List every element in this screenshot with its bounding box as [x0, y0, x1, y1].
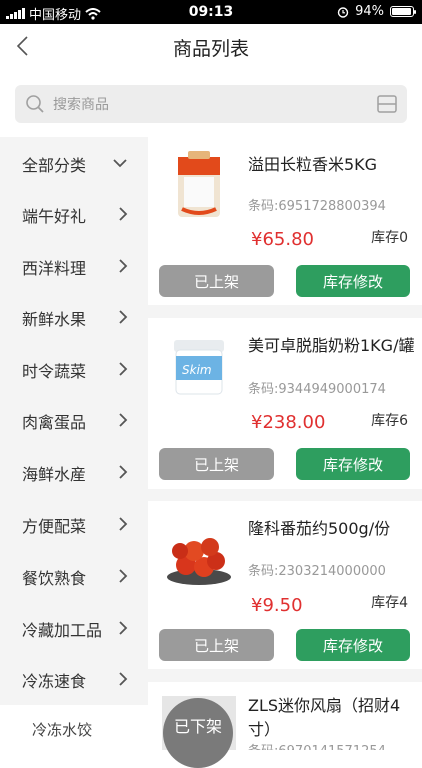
category-label: 肉禽蛋品 — [22, 413, 87, 432]
chevron-right-icon — [119, 517, 128, 531]
category-item[interactable]: 方便配菜 — [0, 498, 148, 550]
category-item[interactable]: 新鲜水果 — [0, 291, 148, 343]
product-image-milk-powder: Skim — [174, 340, 224, 395]
category-label: 端午好礼 — [22, 207, 87, 226]
svg-text:Skim: Skim — [182, 363, 212, 377]
category-label: 冷冻速食 — [22, 672, 87, 691]
search-icon — [26, 95, 44, 113]
chevron-right-icon — [119, 362, 128, 376]
product-image-rice — [178, 151, 220, 217]
product-list: 溢田长粒香米5KG 条码:6951728800394 ¥65.80 库存0 已上… — [148, 137, 422, 750]
product-price: ¥65.80 — [251, 229, 314, 250]
product-barcode: 条码:6951728800394 — [248, 199, 386, 214]
battery-percent: 94% — [355, 4, 384, 19]
edit-stock-button[interactable]: 库存修改 — [296, 265, 410, 297]
chevron-right-icon — [119, 310, 128, 324]
category-item[interactable]: 端午好礼 — [0, 188, 148, 240]
category-all[interactable]: 全部分类 — [0, 137, 148, 189]
category-item[interactable]: 餐饮熟食 — [0, 550, 148, 602]
product-image-tomatoes — [167, 538, 231, 585]
category-item[interactable]: 冷藏加工品 — [0, 602, 148, 654]
category-item[interactable]: 时令蔬菜 — [0, 343, 148, 395]
category-label: 餐饮熟食 — [22, 569, 87, 588]
delisted-float-button[interactable]: 已下架 — [163, 698, 233, 768]
category-label: 方便配菜 — [22, 517, 87, 536]
listed-button[interactable]: 已上架 — [159, 629, 274, 661]
chevron-right-icon — [119, 413, 128, 427]
edit-stock-button[interactable]: 库存修改 — [296, 448, 410, 480]
category-label: 冷藏加工品 — [22, 621, 103, 640]
edit-stock-button[interactable]: 库存修改 — [296, 629, 410, 661]
category-item[interactable]: 西洋料理 — [0, 240, 148, 292]
listed-button[interactable]: 已上架 — [159, 448, 274, 480]
category-item[interactable]: 肉禽蛋品 — [0, 394, 148, 446]
chevron-down-icon — [113, 159, 127, 168]
category-sidebar: 全部分类 端午好礼 西洋料理 新鲜水果 时令蔬菜 肉禽蛋品 海鲜水産 方便配菜 … — [0, 137, 148, 750]
product-barcode: 条码:6970141571254 — [248, 740, 386, 750]
product-price: ¥9.50 — [251, 595, 303, 616]
product-stock: 库存6 — [371, 413, 408, 429]
chevron-right-icon — [119, 207, 128, 221]
subcategory-item[interactable]: 冷冻水饺 — [0, 705, 148, 750]
product-card[interactable]: Skim 美可卓脱脂奶粉1KG/罐 条码:9344949000174 ¥238.… — [148, 318, 422, 489]
page-title: 商品列表 — [172, 38, 249, 60]
chevron-right-icon — [119, 672, 128, 686]
product-price: ¥238.00 — [251, 412, 326, 433]
product-card[interactable]: 隆科番茄约500g/份 条码:2303214000000 ¥9.50 库存4 已… — [148, 501, 422, 669]
scan-icon[interactable] — [377, 95, 397, 113]
category-label: 新鲜水果 — [22, 310, 87, 329]
product-card[interactable]: 溢田长粒香米5KG 条码:6951728800394 ¥65.80 库存0 已上… — [148, 137, 422, 305]
battery-icon — [390, 6, 416, 17]
product-name: ZLS迷你风扇（招财4寸） — [248, 696, 401, 739]
product-name: 溢田长粒香米5KG — [248, 155, 378, 174]
category-item[interactable]: 海鲜水産 — [0, 446, 148, 498]
product-name: 美可卓脱脂奶粉1KG/罐 — [248, 336, 415, 355]
subcategory-label: 冷冻水饺 — [32, 721, 93, 739]
product-name: 隆科番茄约500g/份 — [248, 519, 391, 538]
chevron-right-icon — [119, 259, 128, 273]
product-stock: 库存4 — [371, 595, 408, 611]
search-bar[interactable]: 搜索商品 — [15, 85, 407, 123]
category-item[interactable]: 冷冻速食 — [0, 653, 148, 705]
category-label: 西洋料理 — [22, 259, 87, 278]
category-label: 时令蔬菜 — [22, 362, 87, 381]
alarm-icon — [337, 6, 349, 18]
chevron-right-icon — [119, 621, 128, 635]
chevron-right-icon — [119, 569, 128, 583]
status-bar: 中国移动 09:13 94% — [0, 0, 422, 24]
listed-button[interactable]: 已上架 — [159, 265, 274, 297]
product-barcode: 条码:9344949000174 — [248, 382, 386, 397]
product-barcode: 条码:2303214000000 — [248, 564, 386, 579]
nav-bar: 商品列表 — [0, 24, 422, 70]
search-input[interactable]: 搜索商品 — [53, 94, 109, 114]
product-stock: 库存0 — [371, 230, 408, 246]
category-label: 海鲜水産 — [22, 465, 87, 484]
chevron-right-icon — [119, 465, 128, 479]
category-label: 全部分类 — [22, 156, 87, 175]
